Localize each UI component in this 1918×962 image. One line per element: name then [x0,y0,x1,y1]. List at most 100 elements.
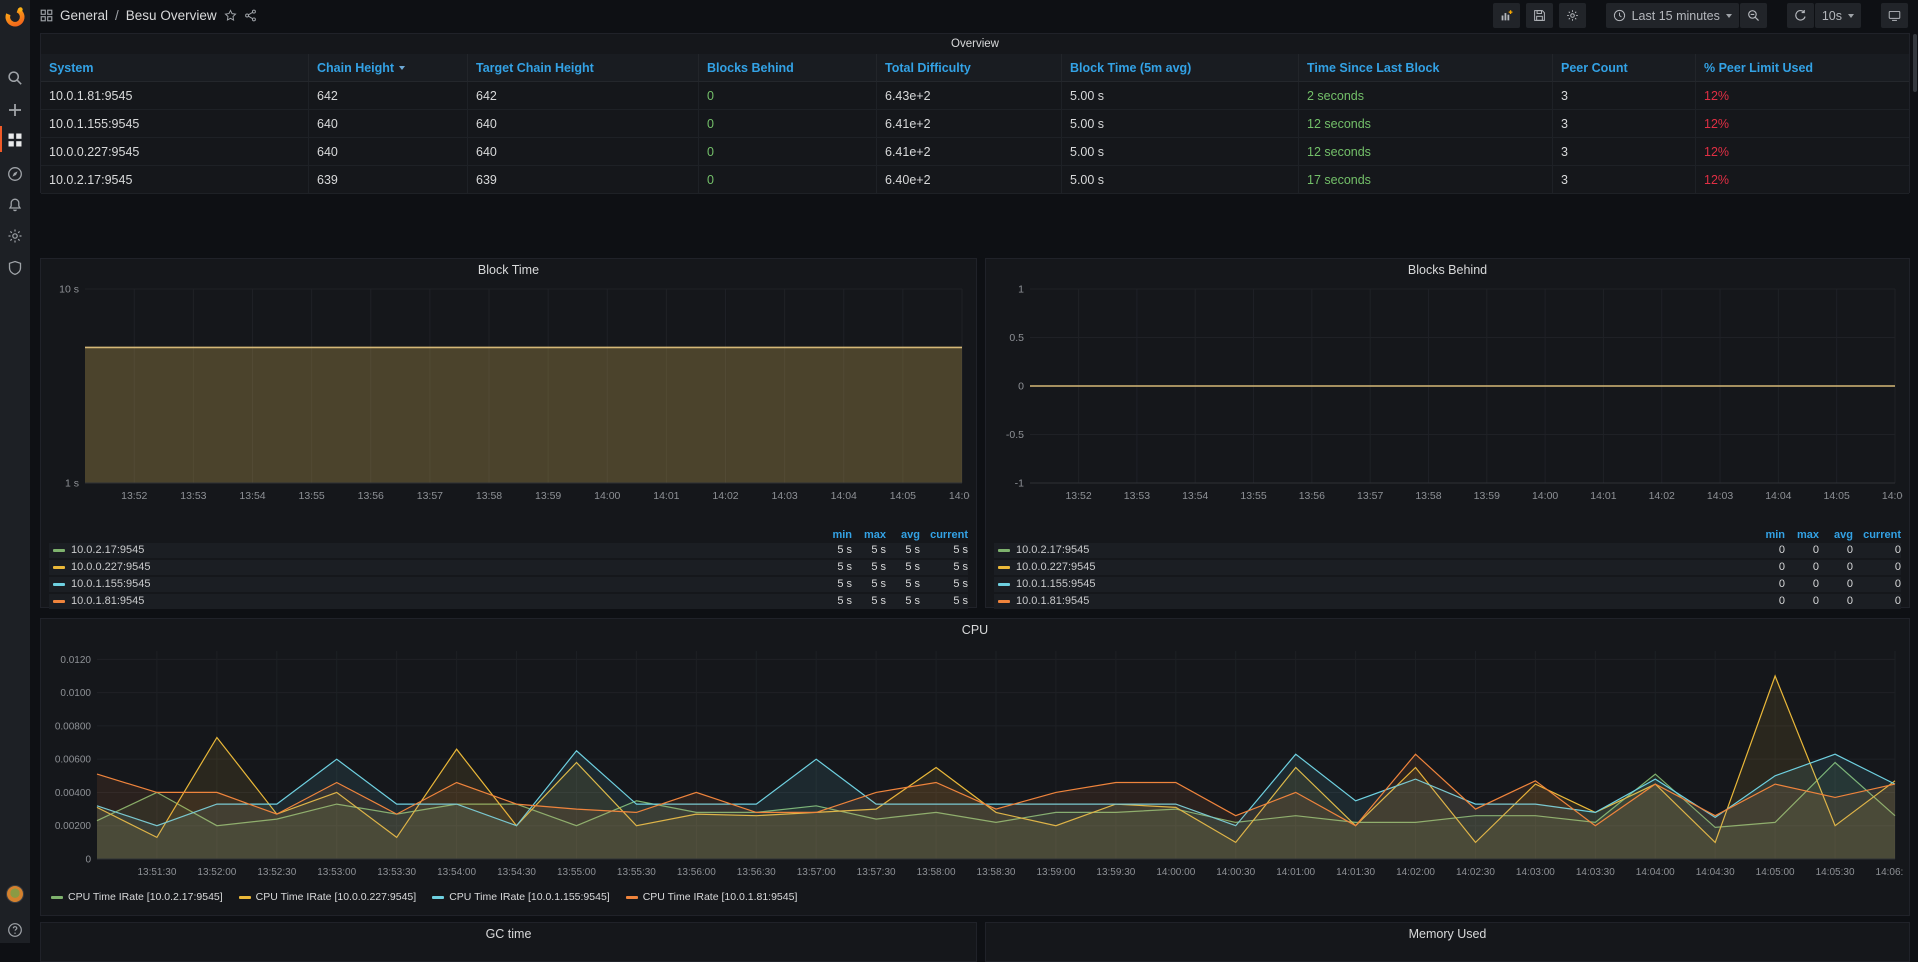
user-avatar-button[interactable] [0,880,30,908]
series-color-swatch [53,549,65,552]
server-admin-button[interactable] [0,254,30,282]
series-name: CPU Time IRate [10.0.1.155:9545] [449,891,610,903]
legend-row[interactable]: 10.0.0.227:95455 s5 s5 s5 s [49,560,968,575]
panel-title-cpu[interactable]: CPU [41,619,1909,643]
breadcrumb-folder[interactable]: General [60,8,108,23]
series-name: 10.0.1.155:9545 [1016,577,1096,592]
save-dashboard-button[interactable] [1526,3,1553,28]
x-tick-label: 14:00:30 [1216,867,1255,878]
legend-item[interactable]: CPU Time IRate [10.0.0.227:9545] [239,891,417,903]
legend-value: 5 s [886,560,920,575]
block-time-panel: Block Time 13:5213:5313:5413:5513:5613:5… [40,258,977,608]
series-name: CPU Time IRate [10.0.0.227:9545] [256,891,417,903]
grafana-flame-icon [3,4,27,28]
explore-button[interactable] [0,160,30,188]
time-range-picker[interactable]: Last 15 minutes [1606,3,1739,28]
refresh-controls: 10s [1787,3,1861,28]
configuration-button[interactable] [0,222,30,250]
x-tick-label: 13:53:30 [377,867,416,878]
legend-value: 5 s [818,560,852,575]
column-header[interactable]: Block Time (5m avg) [1062,54,1299,82]
legend-row[interactable]: 10.0.0.227:95450000 [994,560,1901,575]
legend-sort-avg[interactable]: avg [1819,529,1853,542]
legend-row[interactable]: 10.0.1.155:95455 s5 s5 s5 s [49,577,968,592]
page-scrollbar-thumb[interactable] [1913,34,1917,92]
legend-sort-current[interactable]: current [920,529,968,542]
table-cell: 10.0.1.155:9545 [41,110,309,138]
column-header[interactable]: Blocks Behind [699,54,877,82]
x-tick-label: 13:58:00 [917,867,956,878]
column-header-label: Chain Height [317,61,394,75]
panel-title-blocks-behind[interactable]: Blocks Behind [986,259,1909,283]
column-header-label: Time Since Last Block [1307,61,1439,75]
dashboard-settings-button[interactable] [1559,3,1586,28]
legend-item[interactable]: CPU Time IRate [10.0.1.81:9545] [626,891,798,903]
table-cell: 3 [1553,166,1696,194]
cpu-chart[interactable]: 00.002000.004000.006000.008000.01000.012… [49,643,1903,889]
dashboard-title[interactable]: Besu Overview [126,8,217,23]
legend-sort-min[interactable]: min [818,529,852,542]
add-panel-button[interactable] [1493,3,1520,28]
x-tick-label: 14:06:00 [1876,867,1903,878]
search-button[interactable] [0,64,30,92]
column-header[interactable]: Total Difficulty [877,54,1062,82]
overview-panel: Overview System Chain Height Target Chain … [40,33,1910,193]
panel-title-memory-used[interactable]: Memory Used [986,923,1909,947]
share-icon[interactable] [244,9,257,22]
column-header[interactable]: System [41,54,309,82]
table-cell: 3 [1553,82,1696,110]
legend-sort-max[interactable]: max [852,529,886,542]
x-tick-label: 14:02 [712,490,738,502]
x-tick-label: 14:06 [1882,490,1903,502]
legend-value: 5 s [920,594,968,609]
y-tick-label: 0.5 [1009,332,1024,344]
panel-title-block-time[interactable]: Block Time [41,259,976,283]
legend-row[interactable]: 10.0.1.81:95455 s5 s5 s5 s [49,594,968,609]
dashboard-squares-icon [40,9,53,22]
panel-title-overview[interactable]: Overview [41,34,1909,54]
help-button[interactable] [0,916,30,944]
table-cell: 10.0.1.81:9545 [41,82,309,110]
cycle-view-button[interactable] [1881,3,1908,28]
legend-value: 0 [1819,594,1853,609]
column-header[interactable]: Target Chain Height [468,54,699,82]
save-floppy-icon [1533,9,1546,22]
x-tick-label: 13:57 [1357,490,1383,502]
y-tick-label: 0.0100 [60,688,91,699]
create-button[interactable] [0,96,30,124]
refresh-button[interactable] [1787,3,1814,28]
grafana-logo[interactable] [3,4,27,28]
block-time-chart[interactable]: 13:5213:5313:5413:5513:5613:5713:5813:59… [49,283,970,529]
favorite-star-icon[interactable] [224,9,237,22]
column-header[interactable]: % Peer Limit Used [1696,54,1909,82]
column-header-label: % Peer Limit Used [1704,61,1813,75]
dashboards-button[interactable] [0,126,30,154]
legend-row[interactable]: 10.0.1.81:95450000 [994,594,1901,609]
legend-row[interactable]: 10.0.2.17:95455 s5 s5 s5 s [49,543,968,558]
legend-sort-current[interactable]: current [1853,529,1901,542]
legend-sort-max[interactable]: max [1785,529,1819,542]
x-tick-label: 13:56 [358,490,384,502]
legend-sort-avg[interactable]: avg [886,529,920,542]
table-cell: 639 [309,166,468,194]
refresh-interval-select[interactable]: 10s [1815,3,1861,28]
column-header[interactable]: Time Since Last Block [1299,54,1553,82]
legend-item[interactable]: CPU Time IRate [10.0.1.155:9545] [432,891,610,903]
x-tick-label: 14:05:00 [1756,867,1795,878]
column-header[interactable]: Peer Count [1553,54,1696,82]
column-header-label: Peer Count [1561,61,1628,75]
legend-item[interactable]: CPU Time IRate [10.0.2.17:9545] [51,891,223,903]
table-cell: 640 [468,110,699,138]
legend-row[interactable]: 10.0.2.17:95450000 [994,543,1901,558]
blocks-behind-chart[interactable]: 13:5213:5313:5413:5513:5613:5713:5813:59… [994,283,1903,529]
zoom-out-button[interactable] [1740,3,1767,28]
alerting-button[interactable] [0,191,30,219]
legend-value: 0 [1751,560,1785,575]
table-cell: 640 [309,138,468,166]
panel-title-gc-time[interactable]: GC time [41,923,976,947]
legend-sort-min[interactable]: min [1751,529,1785,542]
column-header[interactable]: Chain Height [309,54,468,82]
table-cell: 2 seconds [1299,82,1553,110]
legend-row[interactable]: 10.0.1.155:95450000 [994,577,1901,592]
x-tick-label: 14:03 [771,490,797,502]
